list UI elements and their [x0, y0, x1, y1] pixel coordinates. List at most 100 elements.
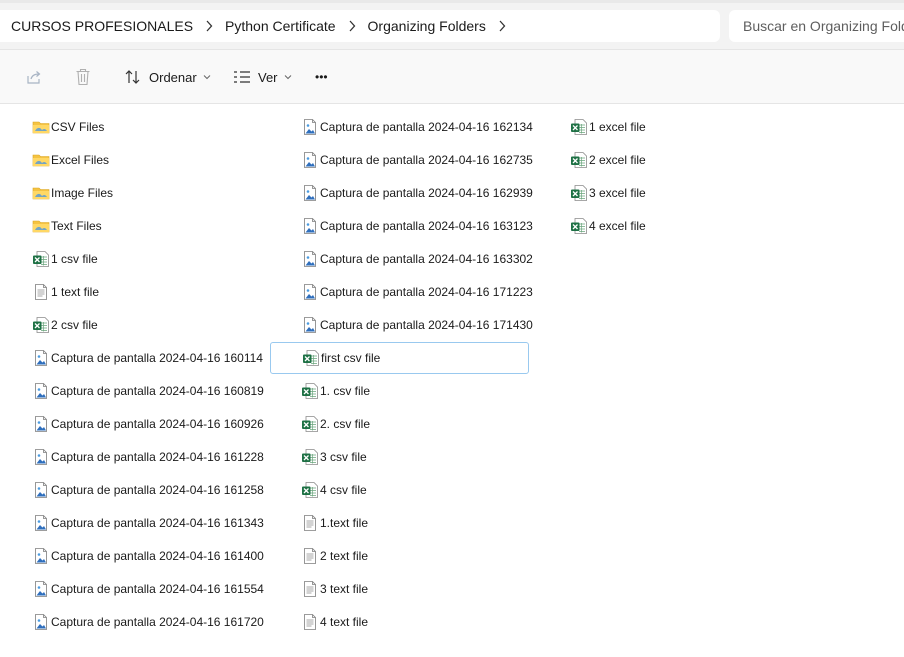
file-name: 4 excel file — [589, 219, 646, 233]
sort-icon — [124, 69, 142, 85]
file-item[interactable]: Captura de pantalla 2024-04-16 161554 — [32, 573, 270, 605]
file-name: Captura de pantalla 2024-04-16 160926 — [51, 417, 264, 431]
image-file-icon — [301, 316, 319, 334]
sort-label: Ordenar — [149, 69, 197, 85]
folder-item[interactable]: Text Files — [32, 210, 270, 242]
share-icon — [25, 68, 43, 86]
image-file-icon — [301, 151, 319, 169]
file-name: first csv file — [321, 351, 381, 365]
file-item[interactable]: 4 text file — [301, 606, 529, 638]
image-file-icon — [301, 118, 319, 136]
file-item[interactable]: Captura de pantalla 2024-04-16 171223 — [301, 276, 533, 308]
sort-button[interactable]: Ordenar — [124, 62, 211, 92]
image-file-icon — [32, 349, 50, 367]
file-item[interactable]: Captura de pantalla 2024-04-16 161228 — [32, 441, 270, 473]
csv-file-icon — [301, 481, 319, 499]
text-file-icon — [301, 514, 319, 532]
file-name: Captura de pantalla 2024-04-16 162735 — [320, 153, 533, 167]
view-button[interactable]: Ver — [233, 62, 292, 92]
text-file-icon — [32, 283, 50, 301]
file-item[interactable]: Captura de pantalla 2024-04-16 160926 — [32, 408, 270, 440]
file-name: 1. csv file — [320, 384, 371, 398]
file-item[interactable]: 4 csv file — [301, 474, 529, 506]
more-options-button[interactable]: ••• — [315, 62, 328, 92]
file-name: Captura de pantalla 2024-04-16 162939 — [320, 186, 533, 200]
text-file-icon — [301, 580, 319, 598]
more-options-icon: ••• — [315, 70, 328, 84]
view-label: Ver — [258, 69, 278, 85]
file-item[interactable]: 1. csv file — [301, 375, 529, 407]
file-item[interactable]: Captura de pantalla 2024-04-16 162134 — [301, 111, 533, 143]
file-name: Captura de pantalla 2024-04-16 160819 — [51, 384, 264, 398]
breadcrumb[interactable]: CURSOS PROFESIONALES Python Certificate … — [0, 10, 720, 42]
file-item[interactable]: Captura de pantalla 2024-04-16 163302 — [301, 243, 533, 275]
file-item[interactable]: 3 excel file — [570, 177, 690, 209]
file-item[interactable]: Captura de pantalla 2024-04-16 161400 — [32, 540, 270, 572]
file-item[interactable]: 2. csv file — [301, 408, 529, 440]
file-name: Image Files — [51, 186, 114, 200]
image-file-icon — [301, 250, 319, 268]
chevron-down-icon — [284, 74, 292, 80]
breadcrumb-item-python[interactable]: Python Certificate — [219, 12, 342, 40]
file-item[interactable]: 2 excel file — [570, 144, 690, 176]
file-item[interactable]: Captura de pantalla 2024-04-16 161720 — [32, 606, 270, 638]
file-item[interactable]: 1 csv file — [32, 243, 270, 275]
csv-file-icon — [32, 316, 50, 334]
image-file-icon — [301, 184, 319, 202]
folder-icon — [32, 151, 50, 169]
file-item[interactable]: 4 excel file — [570, 210, 690, 242]
file-item[interactable]: 2 csv file — [32, 309, 270, 341]
file-name: Captura de pantalla 2024-04-16 171430 — [320, 318, 533, 332]
folder-item[interactable]: Excel Files — [32, 144, 270, 176]
file-name: 1.text file — [320, 516, 369, 530]
file-item[interactable]: 1 text file — [32, 276, 270, 308]
file-item[interactable]: Captura de pantalla 2024-04-16 160819 — [32, 375, 270, 407]
file-name: Captura de pantalla 2024-04-16 163123 — [320, 219, 533, 233]
chevron-right-icon[interactable] — [342, 12, 362, 40]
file-item[interactable]: Captura de pantalla 2024-04-16 162735 — [301, 144, 533, 176]
share-button[interactable] — [22, 62, 46, 92]
file-name: Captura de pantalla 2024-04-16 161258 — [51, 483, 264, 497]
image-file-icon — [32, 481, 50, 499]
excel-file-icon — [570, 184, 588, 202]
image-file-icon — [32, 580, 50, 598]
delete-button[interactable] — [72, 62, 94, 92]
breadcrumb-item-cursos[interactable]: CURSOS PROFESIONALES — [0, 12, 199, 40]
file-item[interactable]: Captura de pantalla 2024-04-16 161343 — [32, 507, 270, 539]
address-bar: CURSOS PROFESIONALES Python Certificate … — [0, 0, 904, 50]
file-name: Captura de pantalla 2024-04-16 161720 — [51, 615, 264, 629]
file-item[interactable]: Captura de pantalla 2024-04-16 161258 — [32, 474, 270, 506]
chevron-right-icon[interactable] — [199, 12, 219, 40]
file-name: Captura de pantalla 2024-04-16 160114 — [51, 351, 263, 365]
file-name: 1 excel file — [589, 120, 646, 134]
search-input[interactable]: Buscar en Organizing Folders — [729, 10, 904, 42]
file-item[interactable]: Captura de pantalla 2024-04-16 171430 — [301, 309, 533, 341]
folder-icon — [32, 184, 50, 202]
file-item[interactable]: Captura de pantalla 2024-04-16 163123 — [301, 210, 533, 242]
chevron-down-icon — [203, 74, 211, 80]
file-item[interactable]: 3 text file — [301, 573, 529, 605]
file-item[interactable]: Captura de pantalla 2024-04-16 160114 — [32, 342, 270, 374]
window-top-edge — [0, 0, 904, 3]
chevron-right-icon[interactable] — [492, 12, 512, 40]
file-item[interactable]: 2 text file — [301, 540, 529, 572]
image-file-icon — [32, 613, 50, 631]
file-name: Text Files — [51, 219, 102, 233]
file-name: 3 excel file — [589, 186, 646, 200]
csv-file-icon — [302, 349, 320, 367]
file-item[interactable]: first csv file — [270, 342, 529, 374]
excel-file-icon — [570, 118, 588, 136]
file-name: CSV Files — [51, 120, 105, 134]
file-item[interactable]: Captura de pantalla 2024-04-16 162939 — [301, 177, 533, 209]
excel-file-icon — [570, 151, 588, 169]
file-item[interactable]: 1.text file — [301, 507, 529, 539]
folder-item[interactable]: CSV Files — [32, 111, 270, 143]
folder-item[interactable]: Image Files — [32, 177, 270, 209]
file-name: 3 csv file — [320, 450, 367, 464]
file-item[interactable]: 3 csv file — [301, 441, 529, 473]
image-file-icon — [32, 415, 50, 433]
image-file-icon — [32, 514, 50, 532]
breadcrumb-item-organizing[interactable]: Organizing Folders — [362, 12, 492, 40]
file-item[interactable]: 1 excel file — [570, 111, 690, 143]
image-file-icon — [32, 382, 50, 400]
